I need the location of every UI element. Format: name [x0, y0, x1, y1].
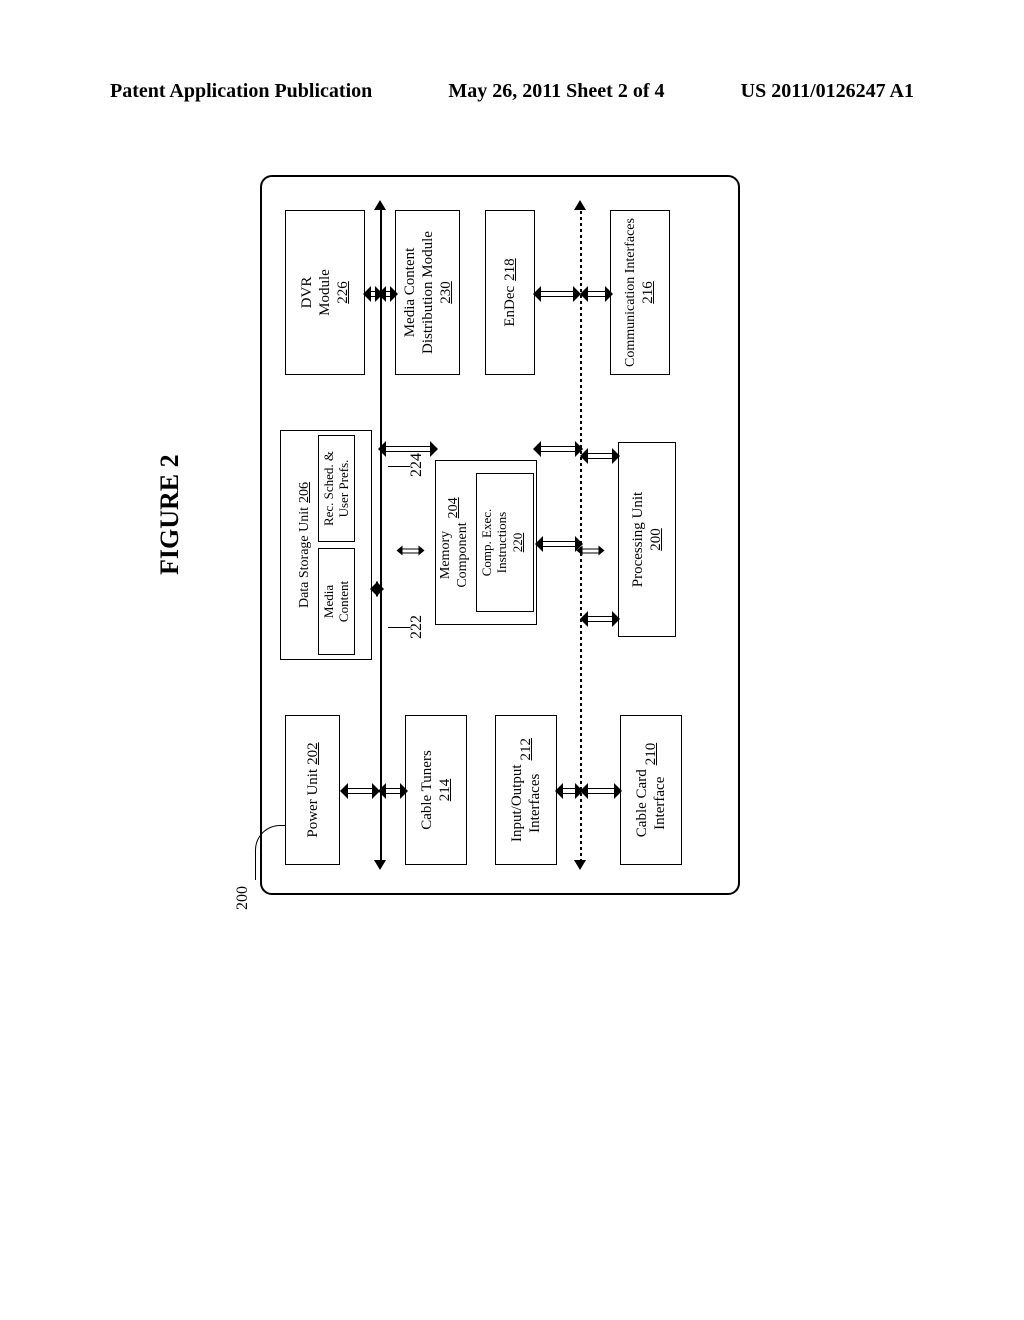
device-ref: 200	[234, 886, 252, 910]
storage-222-ref: 222	[408, 615, 426, 639]
power-unit-ref: 202	[304, 742, 322, 765]
storage-memory-arrow	[397, 551, 425, 552]
power-unit-box: Power Unit 202	[285, 715, 340, 865]
figure-2-diagram: 200 Power Unit 202 Cable Tuners 214 Inpu…	[260, 165, 990, 655]
storage-224-ref: 224	[408, 453, 426, 477]
storage-222-line	[388, 627, 410, 628]
header-left: Patent Application Publication	[110, 80, 372, 103]
endec-connector	[533, 288, 581, 300]
patent-page: Patent Application Publication May 26, 2…	[0, 0, 1024, 1320]
data-storage-label: Data Storage Unit	[297, 507, 314, 608]
dist-label: Media Content Distribution Module	[401, 231, 437, 354]
data-storage-unit-box: Data Storage Unit 206 Media Content Rec.…	[280, 430, 372, 660]
comp-exec-label: Comp. Exec. Instructions	[479, 509, 510, 577]
memory-ref: 204	[446, 497, 463, 518]
page-header: Patent Application Publication May 26, 2…	[0, 80, 1024, 103]
memory-top-connector	[378, 443, 438, 455]
dist-module-box: Media Content Distribution Module 230	[395, 210, 460, 375]
header-right: US 2011/0126247 A1	[741, 80, 914, 103]
io-interfaces-connector	[555, 785, 583, 797]
processing-connector-b	[580, 450, 620, 462]
endec-label: EnDec	[501, 286, 519, 327]
comm-ref: 216	[639, 281, 657, 304]
media-content-subbox: Media Content	[318, 548, 355, 655]
io-interfaces-label: Input/Output Interfaces	[508, 765, 544, 843]
memory-label: Memory Component	[438, 522, 472, 587]
dvr-module-box: DVR Module 226	[285, 210, 365, 375]
comp-exec-ref: 220	[510, 533, 526, 553]
cable-tuners-ref: 214	[436, 779, 454, 802]
cable-card-connector	[580, 785, 622, 797]
comm-label: Communication Interfaces	[623, 218, 640, 367]
memory-component-box: Memory Component 204 Comp. Exec. Instruc…	[435, 460, 537, 625]
memory-bottom-connector2	[533, 443, 583, 455]
cable-card-box: Cable Card Interface 210	[620, 715, 682, 865]
figure-title: FIGURE 2	[155, 454, 185, 575]
cable-tuners-box: Cable Tuners 214	[405, 715, 467, 865]
processing-connector-a	[580, 613, 620, 625]
figure-2-diagram-inner: 200 Power Unit 202 Cable Tuners 214 Inpu…	[260, 165, 750, 895]
data-storage-ref: 206	[297, 482, 314, 503]
endec-box: EnDec 218	[485, 210, 535, 375]
processing-label: Processing Unit	[629, 492, 647, 587]
memory-proc-arrow	[577, 551, 605, 552]
dist-ref: 230	[437, 281, 455, 304]
cable-card-label: Cable Card Interface	[633, 769, 669, 837]
comm-connector	[580, 288, 613, 300]
io-interfaces-box: Input/Output Interfaces 212	[495, 715, 557, 865]
comp-exec-subbox: Comp. Exec. Instructions 220	[476, 473, 534, 613]
processing-ref: 200	[647, 528, 665, 551]
processing-unit-box: Processing Unit 200	[618, 442, 676, 637]
cable-tuners-connector	[378, 785, 408, 797]
cable-tuners-label: Cable Tuners	[418, 750, 436, 830]
comm-interfaces-box: Communication Interfaces 216	[610, 210, 670, 375]
storage-connector	[370, 583, 384, 595]
storage-224-line	[388, 466, 410, 467]
endec-ref: 218	[501, 258, 519, 281]
dist-connector	[378, 288, 398, 300]
power-unit-label: Power Unit	[304, 769, 322, 838]
dvr-label: DVR Module	[298, 269, 334, 316]
io-interfaces-ref: 212	[517, 738, 535, 761]
dvr-ref: 226	[334, 281, 352, 304]
rec-sched-subbox: Rec. Sched. & User Prefs.	[318, 435, 355, 542]
header-center: May 26, 2011 Sheet 2 of 4	[448, 80, 664, 103]
power-unit-connector	[340, 785, 380, 797]
cable-card-ref: 210	[642, 743, 660, 766]
